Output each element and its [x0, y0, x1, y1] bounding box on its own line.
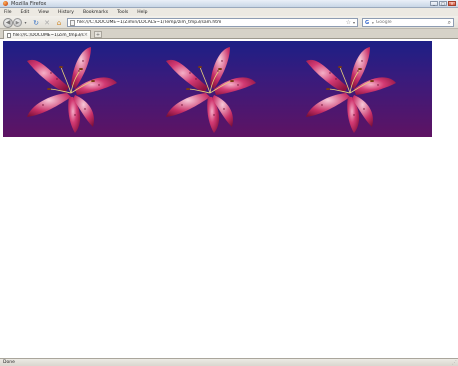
tab-title: file:///C:/DOCUME~1/Zim_tmp3/sam.htm [13, 32, 84, 38]
menu-file[interactable]: File [4, 10, 12, 15]
search-input[interactable] [375, 20, 448, 25]
menu-bar: File Edit View History Bookmarks Tools H… [0, 8, 458, 16]
close-window-button[interactable]: × [448, 1, 456, 6]
menu-help[interactable]: Help [137, 10, 147, 15]
window-controls: _ □ × [430, 1, 456, 6]
new-tab-button[interactable]: + [94, 31, 102, 38]
address-bar[interactable]: file:///C:/DOCUME~1/Zimin/LOCALS~1/Temp/… [67, 18, 358, 27]
reload-button[interactable]: ↻ [32, 18, 40, 27]
tab-close-icon[interactable]: × [84, 32, 88, 38]
url-dropdown-icon[interactable]: ▾ [353, 20, 355, 25]
status-bar: Done ⋰ [0, 358, 458, 366]
status-text: Done [3, 360, 15, 365]
forward-arrow-icon: ▶ [15, 19, 20, 26]
home-button[interactable]: ⌂ [55, 18, 63, 27]
google-search-engine-icon[interactable]: G [365, 20, 372, 26]
menu-edit[interactable]: Edit [21, 10, 30, 15]
address-url[interactable]: file:///C:/DOCUME~1/Zimin/LOCALS~1/Temp/… [77, 20, 346, 25]
plus-icon: + [95, 31, 101, 38]
page-content [0, 40, 458, 358]
resize-grip-icon[interactable]: ⋰ [452, 360, 457, 366]
forward-button[interactable]: ▶ [13, 18, 22, 27]
stop-icon: ✕ [44, 18, 50, 27]
menu-history[interactable]: History [58, 10, 74, 15]
tab-active[interactable]: file:///C:/DOCUME~1/Zim_tmp3/sam.htm × [3, 30, 91, 39]
menu-bookmarks[interactable]: Bookmarks [83, 10, 108, 15]
page-favicon-icon [70, 19, 75, 26]
document-icon [7, 32, 11, 38]
lily-banner [3, 41, 432, 137]
reload-icon: ↻ [33, 18, 39, 27]
search-engine-dropdown-icon[interactable]: ▾ [372, 21, 374, 25]
window-title: Mozilla Firefox [11, 0, 47, 7]
tab-strip: file:///C:/DOCUME~1/Zim_tmp3/sam.htm × + [0, 29, 458, 39]
bookmark-star-icon[interactable]: ☆ [346, 19, 351, 26]
chevron-down-icon: ▾ [24, 20, 27, 25]
minimize-button[interactable]: _ [430, 1, 438, 6]
window-title-bar: Mozilla Firefox _ □ × [0, 0, 458, 8]
history-dropdown-button[interactable]: ▾ [23, 18, 28, 27]
navigation-toolbar: ◀ ▶ ▾ ↻ ✕ ⌂ file:///C:/DOCUME~1/Zimin/LO… [0, 16, 458, 29]
lily-flower-image-2 [166, 47, 256, 133]
search-bar: G ▾ ⌕ [362, 18, 454, 27]
search-icon[interactable]: ⌕ [448, 19, 451, 27]
back-arrow-icon: ◀ [5, 19, 11, 26]
menu-tools[interactable]: Tools [117, 10, 128, 15]
firefox-logo-icon [3, 1, 8, 6]
lily-flower-image-3 [306, 47, 396, 133]
maximize-button[interactable]: □ [439, 1, 447, 6]
lily-flower-image-1 [27, 47, 117, 133]
menu-view[interactable]: View [38, 10, 49, 15]
stop-button[interactable]: ✕ [43, 18, 51, 27]
home-icon: ⌂ [56, 18, 62, 27]
back-button[interactable]: ◀ [3, 17, 13, 28]
